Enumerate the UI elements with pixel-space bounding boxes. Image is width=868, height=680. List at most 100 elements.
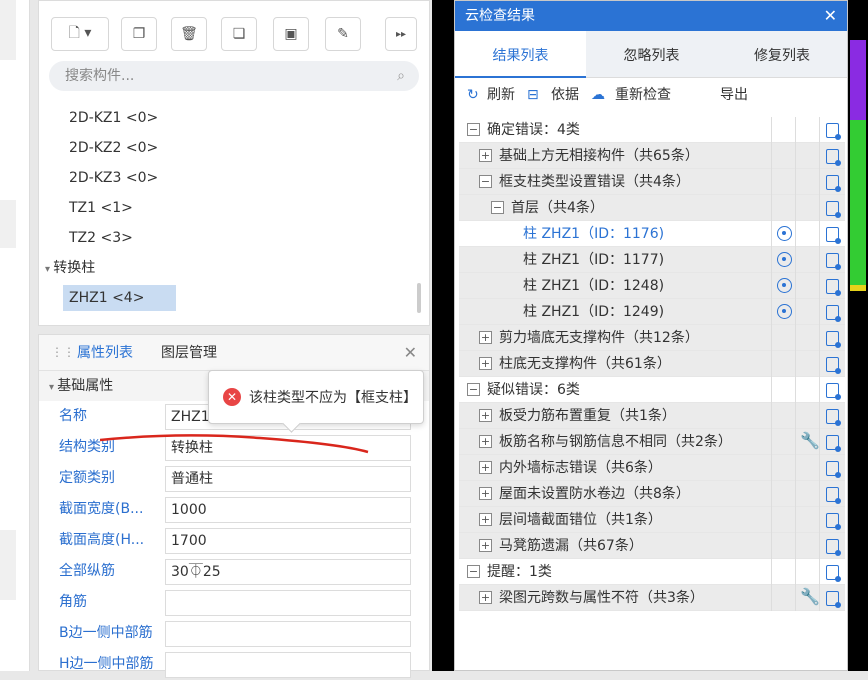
result-row[interactable]: − 首层（共4条） bbox=[459, 195, 845, 221]
document-icon[interactable] bbox=[826, 278, 841, 296]
tree-item[interactable]: TZ1 <1> bbox=[39, 193, 431, 223]
document-icon[interactable] bbox=[826, 538, 841, 556]
drawing-canvas-right[interactable] bbox=[848, 0, 868, 671]
expand-icon[interactable]: + bbox=[479, 539, 492, 552]
locate-cell[interactable] bbox=[771, 221, 795, 247]
layer-copy-button[interactable]: ▣ bbox=[273, 17, 309, 51]
result-row-label[interactable]: 柱 ZHZ1（ID：1177) bbox=[523, 247, 664, 273]
expand-icon[interactable]: + bbox=[479, 513, 492, 526]
document-icon[interactable] bbox=[826, 382, 841, 400]
tree-item-selected[interactable]: ZHZ1 <4> bbox=[39, 283, 431, 313]
detail-cell[interactable] bbox=[819, 169, 845, 195]
drawing-canvas[interactable] bbox=[432, 0, 454, 671]
document-icon[interactable] bbox=[826, 590, 841, 608]
property-value[interactable]: 1000 bbox=[165, 497, 411, 523]
expand-icon[interactable]: + bbox=[479, 487, 492, 500]
document-icon[interactable] bbox=[826, 512, 841, 530]
property-value[interactable]: 30⏁25 bbox=[165, 559, 411, 585]
result-row[interactable]: − 提醒：1类 bbox=[459, 559, 845, 585]
document-icon[interactable] bbox=[826, 486, 841, 504]
detail-cell[interactable] bbox=[819, 429, 845, 455]
locate-icon[interactable] bbox=[777, 226, 792, 241]
basis-button[interactable]: 依据 bbox=[551, 78, 579, 113]
detail-cell[interactable] bbox=[819, 559, 845, 585]
detail-cell[interactable] bbox=[819, 325, 845, 351]
detail-cell[interactable] bbox=[819, 247, 845, 273]
wrench-icon[interactable]: 🔧 bbox=[800, 587, 820, 606]
detail-cell[interactable] bbox=[819, 273, 845, 299]
expand-icon[interactable]: + bbox=[479, 331, 492, 344]
expand-icon[interactable]: + bbox=[479, 149, 492, 162]
result-row[interactable]: + 内外墙标志错误（共6条） bbox=[459, 455, 845, 481]
detail-cell[interactable] bbox=[819, 195, 845, 221]
tree-item[interactable]: TZ2 <3> bbox=[39, 223, 431, 253]
document-icon[interactable] bbox=[826, 356, 841, 374]
result-row-label[interactable]: 柱 ZHZ1（ID：1248) bbox=[523, 273, 664, 299]
locate-icon[interactable] bbox=[777, 278, 792, 293]
refresh-button[interactable]: 刷新 bbox=[487, 78, 515, 113]
search-input[interactable]: 搜索构件... ⌕ bbox=[49, 61, 419, 91]
collapse-icon[interactable]: − bbox=[467, 383, 480, 396]
result-row[interactable]: − 疑似错误：6类 bbox=[459, 377, 845, 403]
result-row[interactable]: + 剪力墙底无支撑构件（共12条） bbox=[459, 325, 845, 351]
document-icon[interactable] bbox=[826, 252, 841, 270]
document-icon[interactable] bbox=[826, 200, 841, 218]
tab-ignore-list[interactable]: 忽略列表 bbox=[586, 31, 717, 78]
tab-result-list[interactable]: 结果列表 bbox=[455, 31, 586, 78]
scrollbar[interactable] bbox=[417, 283, 421, 313]
detail-cell[interactable] bbox=[819, 533, 845, 559]
dialog-titlebar[interactable]: 云检查结果 ✕ bbox=[455, 1, 847, 31]
document-icon[interactable] bbox=[826, 226, 841, 244]
tab-property-list[interactable]: 属性列表 bbox=[77, 335, 133, 371]
close-icon[interactable]: ✕ bbox=[404, 343, 417, 362]
locate-icon[interactable] bbox=[777, 252, 792, 267]
search-icon[interactable]: ⌕ bbox=[397, 61, 405, 91]
document-icon[interactable] bbox=[826, 330, 841, 348]
property-value[interactable]: 1700 bbox=[165, 528, 411, 554]
detail-cell[interactable] bbox=[819, 351, 845, 377]
detail-cell[interactable] bbox=[819, 117, 845, 143]
detail-cell[interactable] bbox=[819, 299, 845, 325]
collapse-icon[interactable]: − bbox=[479, 175, 492, 188]
result-row[interactable]: + 基础上方无相接构件（共65条） bbox=[459, 143, 845, 169]
document-icon[interactable] bbox=[826, 434, 841, 452]
detail-cell[interactable] bbox=[819, 507, 845, 533]
property-value[interactable]: 普通柱 bbox=[165, 466, 411, 492]
result-row[interactable]: + 层间墙截面错位（共1条） bbox=[459, 507, 845, 533]
new-component-button[interactable]: 🗋 ▾ bbox=[51, 17, 109, 51]
delete-button[interactable]: 🗑 bbox=[171, 17, 207, 51]
detail-cell[interactable] bbox=[819, 221, 845, 247]
result-row[interactable]: + 屋面未设置防水卷边（共8条） bbox=[459, 481, 845, 507]
detail-cell[interactable] bbox=[819, 585, 845, 611]
result-row[interactable]: 柱 ZHZ1（ID：1176) bbox=[459, 221, 845, 247]
wrench-icon[interactable]: 🔧 bbox=[800, 431, 820, 450]
document-icon[interactable] bbox=[826, 564, 841, 582]
edit-button[interactable]: ✎ bbox=[325, 17, 361, 51]
locate-cell[interactable] bbox=[771, 247, 795, 273]
detail-cell[interactable] bbox=[819, 377, 845, 403]
collapse-icon[interactable]: − bbox=[467, 123, 480, 136]
detail-cell[interactable] bbox=[819, 403, 845, 429]
duplicate-button[interactable]: ❏ bbox=[221, 17, 257, 51]
locate-cell[interactable] bbox=[771, 299, 795, 325]
tab-repair-list[interactable]: 修复列表 bbox=[717, 31, 847, 78]
expand-icon[interactable]: + bbox=[479, 461, 492, 474]
result-row[interactable]: + 板筋名称与钢筋信息不相同（共2条） 🔧 bbox=[459, 429, 845, 455]
document-icon[interactable] bbox=[826, 122, 841, 140]
detail-cell[interactable] bbox=[819, 143, 845, 169]
tree-group[interactable]: ▾ 转换柱 bbox=[39, 253, 431, 283]
collapse-icon[interactable]: − bbox=[467, 565, 480, 578]
tree-item[interactable]: 2D-KZ2 <0> bbox=[39, 133, 431, 163]
tree-item[interactable]: 2D-KZ1 <0> bbox=[39, 103, 431, 133]
detail-cell[interactable] bbox=[819, 481, 845, 507]
locate-icon[interactable] bbox=[777, 304, 792, 319]
result-row-label[interactable]: 柱 ZHZ1（ID：1176) bbox=[523, 221, 664, 247]
expand-icon[interactable]: + bbox=[479, 357, 492, 370]
property-value[interactable] bbox=[165, 621, 411, 647]
document-icon[interactable] bbox=[826, 408, 841, 426]
tab-layer-manage[interactable]: 图层管理 bbox=[161, 335, 217, 371]
document-icon[interactable] bbox=[826, 148, 841, 166]
result-row[interactable]: − 框支柱类型设置错误（共4条） bbox=[459, 169, 845, 195]
locate-cell[interactable] bbox=[771, 273, 795, 299]
result-row[interactable]: + 马凳筋遗漏（共67条） bbox=[459, 533, 845, 559]
